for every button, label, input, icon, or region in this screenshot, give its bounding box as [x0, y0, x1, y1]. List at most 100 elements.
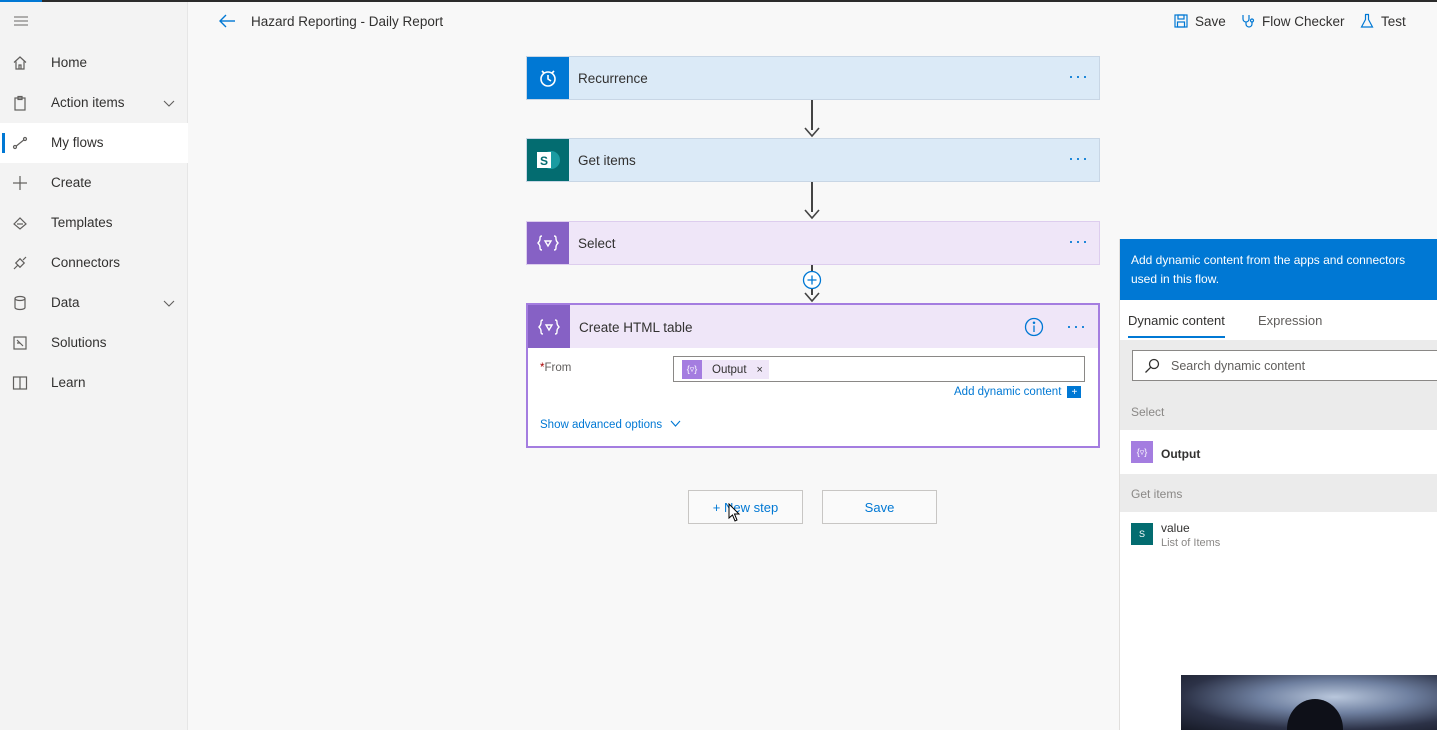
solutions-icon: [13, 336, 27, 350]
arrow-down-icon: [804, 209, 820, 220]
dynamic-item-output[interactable]: {▿} Output: [1120, 430, 1437, 474]
info-icon[interactable]: [1024, 317, 1044, 337]
save-icon: [1174, 14, 1188, 28]
remove-token-icon[interactable]: ×: [757, 364, 763, 376]
step-get-items[interactable]: S Get items ···: [526, 138, 1100, 182]
save-header-label: Save: [1195, 13, 1226, 29]
token-label: Output: [712, 363, 747, 376]
sidebar: Home Action items My flows Create Templa…: [0, 2, 188, 730]
dynamic-item-value[interactable]: S value List of Items: [1120, 512, 1437, 558]
sidebar-item-label: My flows: [51, 135, 104, 150]
sharepoint-icon: S: [527, 139, 569, 181]
panel-tabs: Dynamic content Expression: [1120, 300, 1437, 340]
sidebar-item-connectors[interactable]: Connectors: [0, 243, 188, 283]
stethoscope-icon: [1242, 15, 1255, 28]
sidebar-item-create[interactable]: Create: [0, 163, 188, 203]
flow-title: Hazard Reporting - Daily Report: [251, 14, 444, 29]
tab-expression[interactable]: Expression: [1258, 313, 1322, 328]
templates-icon: [13, 217, 27, 230]
flow-icon: [12, 136, 28, 150]
hamburger-icon[interactable]: [12, 14, 30, 28]
chevron-down-icon[interactable]: [163, 97, 175, 109]
sidebar-item-learn[interactable]: Learn: [0, 363, 188, 403]
tab-dynamic-content[interactable]: Dynamic content: [1128, 313, 1225, 338]
sidebar-item-label: Templates: [51, 215, 113, 230]
item-name: Output: [1161, 447, 1201, 461]
tab-underline: [1128, 336, 1225, 338]
mouse-cursor-icon: [728, 503, 741, 522]
home-icon: [13, 56, 27, 70]
presenter-silhouette: [1287, 699, 1343, 730]
sidebar-item-label: Home: [51, 55, 88, 70]
step-recurrence[interactable]: Recurrence ···: [526, 56, 1100, 100]
sidebar-item-label: Learn: [51, 375, 86, 390]
search-dynamic-input[interactable]: Search dynamic content: [1132, 350, 1437, 381]
item-name: value: [1161, 521, 1190, 535]
flask-icon: [1360, 13, 1374, 28]
test-button[interactable]: Test: [1359, 13, 1406, 29]
insert-step-icon[interactable]: [802, 270, 822, 290]
step-select[interactable]: Select ···: [526, 221, 1100, 265]
clock-icon: [527, 57, 569, 99]
data-operation-icon: {▿}: [682, 360, 702, 379]
test-label: Test: [1381, 13, 1406, 29]
step-name: Select: [578, 236, 616, 251]
flow-checker-label: Flow Checker: [1262, 13, 1345, 29]
clipboard-icon: [14, 95, 26, 111]
section-get-items: Get items: [1120, 474, 1437, 512]
chevron-down-icon[interactable]: [163, 297, 175, 309]
svg-text:S: S: [540, 154, 548, 168]
search-icon: [1145, 358, 1160, 373]
data-operation-icon: [527, 222, 569, 264]
dynamic-content-panel: Add dynamic content from the apps and co…: [1119, 239, 1437, 730]
sidebar-item-my-flows[interactable]: My flows: [0, 123, 188, 163]
sidebar-item-home[interactable]: Home: [0, 43, 188, 83]
step-create-html-table[interactable]: Create HTML table ··· *From {▿} Output ×…: [526, 303, 1100, 448]
step-header[interactable]: Create HTML table ···: [528, 305, 1098, 348]
panel-heading: Add dynamic content from the apps and co…: [1120, 239, 1437, 300]
book-icon: [12, 376, 28, 390]
step-name: Create HTML table: [579, 320, 693, 335]
flow-checker-button[interactable]: Flow Checker: [1240, 13, 1345, 29]
connector-icon: [13, 256, 27, 270]
header-bar: Hazard Reporting - Daily Report Save Flo…: [188, 2, 1437, 42]
more-options-icon[interactable]: ···: [1068, 66, 1089, 87]
show-advanced-options-link[interactable]: Show advanced options: [540, 419, 681, 431]
from-field-label: *From: [540, 362, 572, 374]
search-area: Search dynamic content: [1120, 340, 1437, 392]
save-header-button[interactable]: Save: [1173, 13, 1226, 29]
step-name: Recurrence: [578, 71, 648, 86]
sidebar-item-label: Data: [51, 295, 80, 310]
sidebar-item-label: Action items: [51, 95, 125, 110]
chevron-down-icon: [670, 420, 681, 427]
sharepoint-icon: S: [1131, 523, 1153, 545]
add-dynamic-content-link[interactable]: Add dynamic content +: [954, 386, 1082, 398]
back-arrow-icon[interactable]: [218, 13, 236, 29]
sidebar-item-data[interactable]: Data: [0, 283, 188, 323]
data-operation-icon: {▿}: [1131, 441, 1153, 463]
sidebar-item-label: Connectors: [51, 255, 121, 270]
save-button[interactable]: Save: [822, 490, 937, 524]
data-operation-icon: [528, 305, 570, 348]
more-options-icon[interactable]: ···: [1066, 316, 1087, 337]
arrow-down-icon: [804, 292, 820, 303]
database-icon: [14, 295, 26, 311]
sidebar-item-solutions[interactable]: Solutions: [0, 323, 188, 363]
plus-icon: [13, 176, 27, 190]
item-description: List of Items: [1161, 537, 1221, 549]
add-dynamic-icon: +: [1067, 386, 1082, 398]
webcam-overlay: [1181, 675, 1437, 730]
section-select: Select: [1120, 392, 1437, 430]
sidebar-item-templates[interactable]: Templates: [0, 203, 188, 243]
sidebar-item-label: Solutions: [51, 335, 107, 350]
more-options-icon[interactable]: ···: [1068, 231, 1089, 252]
sidebar-nav: Home Action items My flows Create Templa…: [0, 43, 188, 403]
output-token[interactable]: {▿} Output ×: [682, 360, 769, 379]
more-options-icon[interactable]: ···: [1068, 148, 1089, 169]
search-placeholder: Search dynamic content: [1171, 359, 1306, 373]
sidebar-item-action-items[interactable]: Action items: [0, 83, 188, 123]
step-name: Get items: [578, 153, 636, 168]
from-input[interactable]: {▿} Output ×: [673, 356, 1085, 382]
arrow-down-icon: [804, 127, 820, 138]
new-step-button[interactable]: + New step: [688, 490, 803, 524]
